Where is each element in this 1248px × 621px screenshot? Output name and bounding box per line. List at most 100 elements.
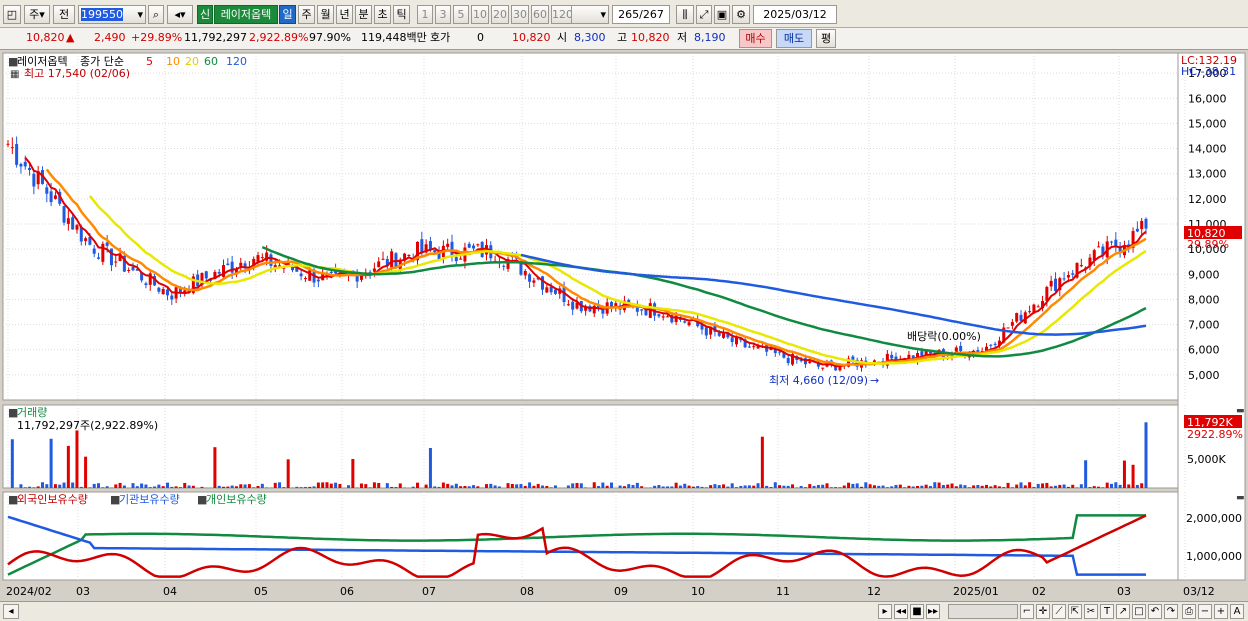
date-field[interactable]: 2025/03/12 xyxy=(753,5,837,24)
tool-icon[interactable]: ⌐ xyxy=(1020,604,1034,619)
volume-bar xyxy=(170,486,174,488)
arrow-tool-icon[interactable]: ↗ xyxy=(1116,604,1130,619)
print-icon[interactable]: ⎙ xyxy=(1182,604,1196,619)
volume-bar xyxy=(411,486,415,488)
calendar-icon[interactable]: ▦ xyxy=(10,69,19,80)
volume-bar xyxy=(178,487,182,488)
volume-bar xyxy=(161,486,165,488)
stop-icon[interactable]: ■ xyxy=(910,604,924,619)
font-size-icon[interactable]: A xyxy=(1230,604,1244,619)
text-icon[interactable]: T xyxy=(1100,604,1114,619)
candle-body xyxy=(1053,278,1057,292)
stock-name[interactable]: 레이저옵텍 xyxy=(214,5,278,24)
volume-bar xyxy=(19,484,23,488)
interval-button[interactable]: 3 xyxy=(435,5,451,24)
zoom-in-icon[interactable]: + xyxy=(1214,604,1228,619)
volume-bar xyxy=(454,483,458,488)
redo-icon[interactable]: ↷ xyxy=(1164,604,1178,619)
interval-button[interactable]: 10 xyxy=(471,5,489,24)
volume-bar xyxy=(571,483,575,488)
pane-close-icon[interactable]: ▬ xyxy=(1236,493,1245,503)
period-button[interactable]: 분 xyxy=(355,5,372,24)
candle-body xyxy=(131,266,135,271)
stock-code-input[interactable]: 199550 ▾ xyxy=(78,5,146,24)
volume-bar xyxy=(1028,482,1032,488)
candle-body xyxy=(821,367,825,369)
volume-bar xyxy=(144,484,148,488)
low-price: 8,190 xyxy=(694,31,726,44)
candle-body xyxy=(84,238,88,241)
candle-icon[interactable]: ⫼ xyxy=(676,5,694,24)
candle-body xyxy=(144,283,148,285)
shape-icon[interactable]: □ xyxy=(1132,604,1146,619)
eval-button[interactable]: 평 xyxy=(816,29,836,48)
interval-button[interactable]: 60 xyxy=(531,5,549,24)
volume-pane-bg xyxy=(2,404,1179,489)
market-select[interactable]: 주▾ xyxy=(24,5,50,24)
volume-bar xyxy=(985,484,989,488)
chart-type-select[interactable]: ▾ xyxy=(571,5,609,24)
zoom-out-icon[interactable]: − xyxy=(1198,604,1212,619)
volume-bar xyxy=(463,485,467,488)
candle-body xyxy=(170,295,174,300)
fibo-icon[interactable]: ⇱ xyxy=(1068,604,1082,619)
volume-bar xyxy=(165,482,169,488)
gear-icon[interactable]: ⚙ xyxy=(732,5,750,24)
rewind-icon[interactable]: ◂◂ xyxy=(894,604,908,619)
period-button[interactable]: 년 xyxy=(336,5,353,24)
interval-button[interactable]: 120 xyxy=(551,5,573,24)
volume-bar xyxy=(506,483,510,488)
sound-icon[interactable]: ◂▾ xyxy=(167,5,193,24)
open-label: 시 xyxy=(557,31,568,44)
save-icon[interactable]: ▣ xyxy=(714,5,730,24)
candle-body xyxy=(571,301,575,310)
period-button[interactable]: 초 xyxy=(374,5,391,24)
interval-button[interactable]: 30 xyxy=(511,5,529,24)
candle-body xyxy=(204,271,208,279)
buy-button[interactable]: 매수 xyxy=(739,29,772,48)
draw-icon[interactable]: ⤢ xyxy=(696,5,712,24)
volume-bar xyxy=(657,485,661,488)
volume-bar xyxy=(730,483,734,488)
sell-button[interactable]: 매도 xyxy=(776,29,812,48)
crosshair-icon[interactable]: ✛ xyxy=(1036,604,1050,619)
volume-bar xyxy=(696,486,700,488)
interval-button[interactable]: 1 xyxy=(417,5,433,24)
count-field[interactable]: 265/267 xyxy=(612,5,670,24)
period-button[interactable]: 주 xyxy=(298,5,315,24)
play-icon[interactable]: ▸ xyxy=(878,604,892,619)
volume-bar xyxy=(592,482,596,488)
volume-bar xyxy=(743,485,747,488)
price-tick: 12,000 xyxy=(1188,193,1227,206)
trend-icon[interactable]: ⟋ xyxy=(1052,604,1066,619)
volume-bar xyxy=(661,486,665,488)
candle-body xyxy=(687,322,691,326)
candle-body xyxy=(226,263,230,265)
volume-bar xyxy=(916,485,920,488)
prev-button[interactable]: 전 xyxy=(53,5,75,24)
pane-close-icon[interactable]: ▬ xyxy=(1236,406,1245,416)
scroll-left-icon[interactable]: ◂ xyxy=(3,604,19,619)
interval-button[interactable]: 20 xyxy=(491,5,509,24)
cut-icon[interactable]: ✂ xyxy=(1084,604,1098,619)
volume-bar xyxy=(40,482,44,488)
period-button[interactable]: 월 xyxy=(317,5,334,24)
ma-5-label: 5 xyxy=(146,55,153,68)
volume-bar xyxy=(683,483,687,488)
undo-icon[interactable]: ↶ xyxy=(1148,604,1162,619)
volume-bar xyxy=(717,485,721,488)
forward-icon[interactable]: ▸▸ xyxy=(926,604,940,619)
period-button[interactable]: 틱 xyxy=(393,5,410,24)
candle-body xyxy=(528,274,532,282)
search-icon[interactable]: ⌕ xyxy=(148,5,164,24)
stock-chart[interactable]: 5,0006,0007,0008,0009,00010,00011,00012,… xyxy=(0,50,1248,601)
count-value: 265 xyxy=(618,8,640,21)
period-button[interactable]: 일 xyxy=(279,5,296,24)
interval-button[interactable]: 5 xyxy=(453,5,469,24)
volume-bar xyxy=(140,483,144,488)
candle-body xyxy=(71,217,75,230)
volume-bar xyxy=(79,486,83,488)
window-menu-icon[interactable]: ◰ xyxy=(3,5,21,24)
volume-bar xyxy=(1135,484,1139,488)
zoom-slider[interactable] xyxy=(948,604,1018,619)
